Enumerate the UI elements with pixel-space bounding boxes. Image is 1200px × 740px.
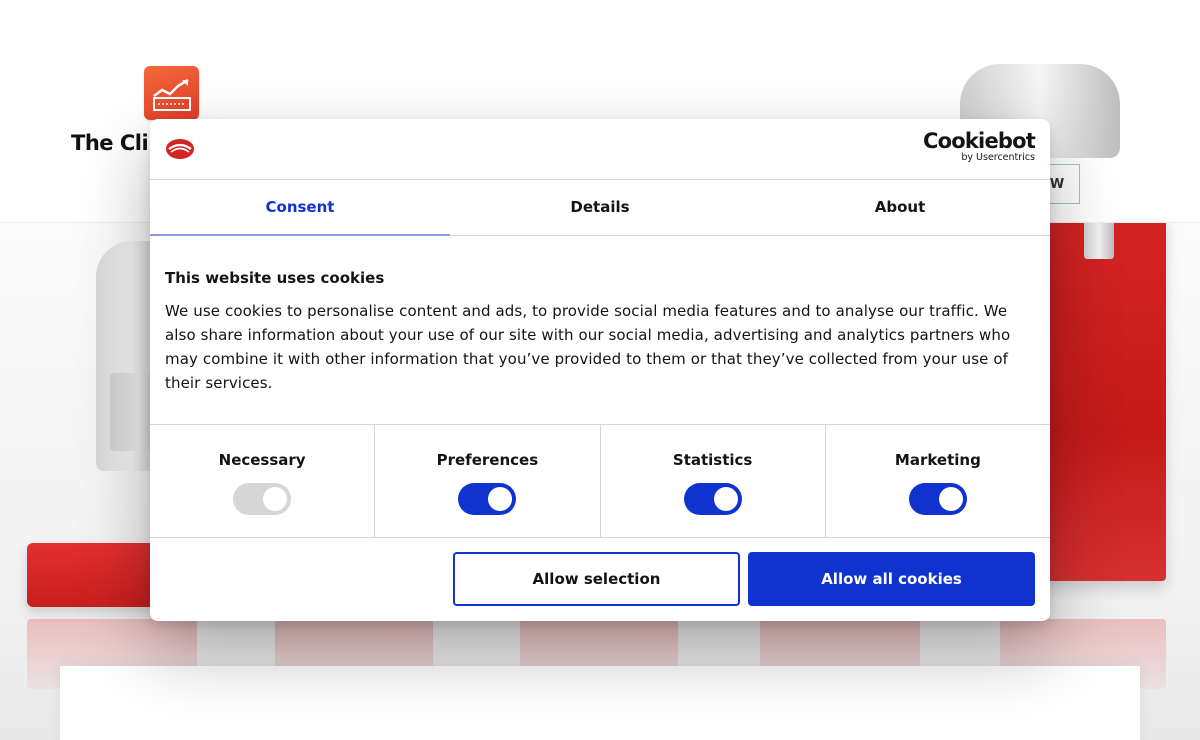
dialog-header: Cookiebot by Usercentrics xyxy=(150,119,1050,180)
category-label: Marketing xyxy=(894,451,981,469)
cookie-categories: Necessary Preferences Statistics Marketi… xyxy=(150,424,1050,538)
allow-all-cookies-button[interactable]: Allow all cookies xyxy=(748,552,1035,606)
cookiebot-logo[interactable]: Cookiebot by Usercentrics xyxy=(923,129,1036,163)
toggle-knob xyxy=(938,487,963,511)
category-label: Preferences xyxy=(436,451,539,469)
tab-about[interactable]: About xyxy=(750,180,1050,235)
tab-consent[interactable]: Consent xyxy=(150,180,450,236)
category-statistics: Statistics xyxy=(601,425,826,537)
toggle-knob xyxy=(713,487,738,511)
toggle-knob xyxy=(263,487,288,511)
category-label: Necessary xyxy=(218,451,306,469)
consent-title: This website uses cookies xyxy=(165,269,385,287)
category-label: Statistics xyxy=(672,451,753,469)
cookiebot-mark-graphic xyxy=(166,139,194,159)
page: The Cli W Cookiebot by Usercentrics Cons… xyxy=(0,0,1200,740)
consent-tabs: Consent Details About xyxy=(150,180,1050,236)
toggle-knob xyxy=(488,487,513,511)
category-preferences: Preferences xyxy=(375,425,601,537)
consent-body: This website uses cookies We use cookies… xyxy=(165,269,1035,395)
preferences-toggle[interactable] xyxy=(458,483,517,515)
necessary-toggle xyxy=(233,483,292,515)
consent-description: We use cookies to personalise content an… xyxy=(165,302,1011,392)
statistics-toggle[interactable] xyxy=(683,483,742,515)
cookiebot-mark-icon xyxy=(165,137,195,161)
allow-selection-button[interactable]: Allow selection xyxy=(453,552,740,606)
category-necessary: Necessary xyxy=(150,425,376,537)
cookiebot-logo-byline: by Usercentrics xyxy=(961,152,1035,163)
tab-details[interactable]: Details xyxy=(450,180,750,235)
category-marketing: Marketing xyxy=(826,425,1050,537)
cookie-consent-dialog: Cookiebot by Usercentrics Consent Detail… xyxy=(150,119,1050,621)
cookiebot-logo-word: Cookiebot xyxy=(923,129,1036,153)
marketing-toggle[interactable] xyxy=(908,483,967,515)
